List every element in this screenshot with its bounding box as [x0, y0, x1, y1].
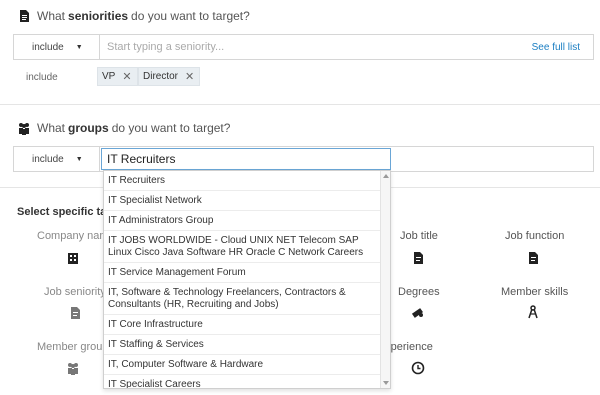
groups-title-bold: groups	[68, 121, 109, 135]
section-divider	[0, 104, 600, 105]
seniorities-heading: What seniorities do you want to target?	[17, 9, 250, 23]
suggestions-list: IT Recruiters IT Specialist Network IT Adm…	[104, 171, 381, 388]
clock-icon	[411, 361, 425, 375]
diploma-icon	[411, 305, 425, 319]
remove-tag-icon[interactable]: ✕	[185, 70, 194, 83]
tag-director: Director ✕	[138, 67, 201, 86]
people-group-icon	[17, 121, 31, 135]
suggestion-item[interactable]: IT Staffing & Services	[104, 335, 381, 355]
category-job-function[interactable]: Job function	[505, 230, 564, 242]
chevron-down-icon: ▼	[75, 43, 83, 51]
category-member-skills[interactable]: Member skills	[501, 286, 568, 298]
category-job-title[interactable]: Job title	[400, 230, 438, 242]
seniorities-title-pre: What	[37, 9, 66, 23]
compass-icon	[526, 305, 540, 319]
suggestion-item[interactable]: IT Service Management Forum	[104, 263, 381, 283]
groups-heading: What groups do you want to target?	[17, 121, 230, 135]
seniority-mode-label: include	[32, 41, 64, 53]
document-icon	[17, 9, 31, 23]
document-icon	[68, 306, 82, 320]
group-mode-label: include	[32, 153, 64, 165]
category-degrees[interactable]: Degrees	[398, 286, 440, 298]
suggestion-item[interactable]: IT Core Infrastructure	[104, 315, 381, 335]
category-job-seniority[interactable]: Job seniority	[44, 286, 106, 298]
suggestion-item[interactable]: IT Specialist Careers	[104, 375, 381, 388]
document-icon	[526, 251, 540, 265]
people-group-icon	[66, 361, 80, 375]
document-icon	[411, 251, 425, 265]
seniority-picker: include ▼ Start typing a seniority... Se…	[13, 34, 594, 60]
scroll-down-icon[interactable]	[383, 381, 389, 385]
suggestion-item[interactable]: IT Administrators Group	[104, 211, 381, 231]
scroll-up-icon[interactable]	[383, 174, 389, 178]
suggestion-item[interactable]: IT Recruiters	[104, 171, 381, 191]
groups-title-post: do you want to target?	[111, 121, 231, 135]
group-search-input[interactable]: IT Recruiters	[101, 148, 391, 170]
tag-label: Director	[143, 71, 179, 82]
group-suggestions-dropdown: IT Recruiters IT Specialist Network IT Adm…	[103, 170, 391, 389]
tag-label: VP	[102, 71, 116, 82]
building-icon	[66, 251, 80, 265]
suggestion-item[interactable]: IT Specialist Network	[104, 191, 381, 211]
suggestion-item[interactable]: IT JOBS WORLDWIDE - Cloud UNIX NET Telec…	[104, 231, 381, 263]
remove-tag-icon[interactable]: ✕	[122, 70, 131, 83]
groups-title-pre: What	[37, 121, 66, 135]
seniority-include-label: include	[26, 72, 58, 83]
dropdown-scrollbar[interactable]	[380, 171, 390, 388]
suggestion-item[interactable]: IT, Computer Software & Hardware	[104, 355, 381, 375]
tag-vp: VP ✕	[97, 67, 138, 86]
group-mode-dropdown[interactable]: include ▼	[14, 147, 100, 171]
see-full-list-link[interactable]: See full list	[532, 42, 580, 53]
suggestion-item[interactable]: IT, Software & Technology Freelancers, C…	[104, 283, 381, 315]
chevron-down-icon: ▼	[75, 155, 83, 163]
seniority-mode-dropdown[interactable]: include ▼	[14, 35, 100, 59]
seniority-search-input[interactable]: Start typing a seniority...	[100, 41, 532, 53]
seniorities-title-post: do you want to target?	[131, 9, 250, 23]
seniorities-title-bold: seniorities	[68, 9, 129, 23]
